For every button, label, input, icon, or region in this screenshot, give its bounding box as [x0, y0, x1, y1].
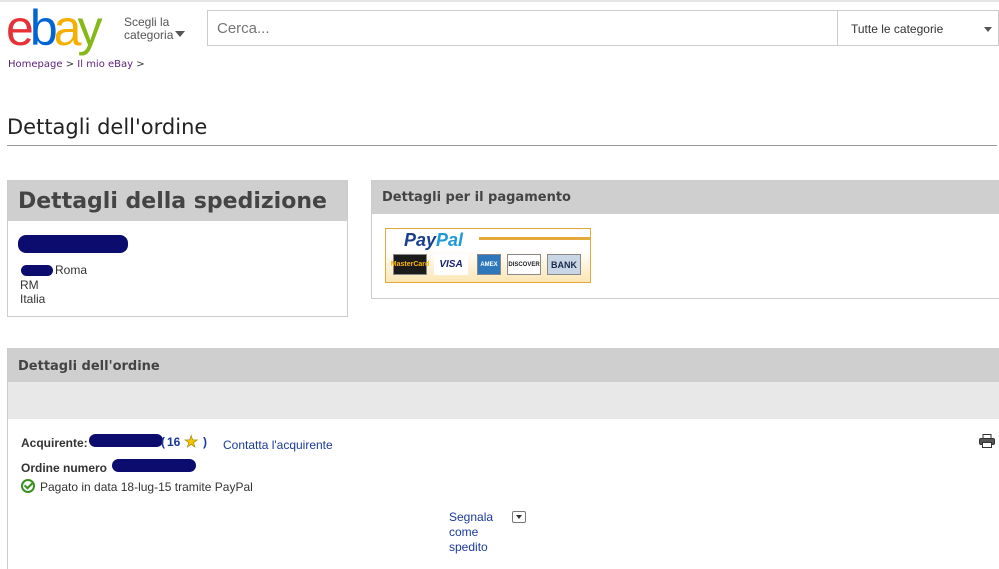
shipping-title: Dettagli della spedizione — [8, 181, 347, 221]
address-province: RM — [20, 278, 39, 292]
breadcrumb-my-ebay[interactable]: Il mio eBay — [77, 59, 133, 70]
paid-status: Pagato in data 18-lug-15 tramite PayPal — [40, 480, 253, 494]
feedback-close: ) — [203, 435, 207, 449]
mark-shipped-line1: Segnala — [449, 510, 494, 524]
category-select[interactable]: Tutte le categorie — [837, 10, 999, 46]
shipping-panel: Dettagli della spedizione Roma RM Italia — [7, 180, 348, 317]
paid-check-icon — [21, 479, 35, 493]
mark-shipped-link[interactable]: Segnala come spedito — [449, 510, 493, 555]
paypal-logo: PayPal MasterCard VISA AMEX DISCOVER BAN… — [385, 228, 591, 283]
mark-shipped-line2: come — [449, 525, 479, 539]
feedback-open: ( — [161, 435, 165, 449]
breadcrumb-homepage[interactable]: Homepage — [8, 59, 63, 70]
printer-icon[interactable] — [979, 434, 995, 448]
logo-letter-b: b — [29, 0, 58, 56]
logo-letter-a: a — [53, 0, 82, 56]
caret-down-icon — [175, 31, 185, 37]
payment-panel: Dettagli per il pagamento PayPal MasterC… — [371, 180, 999, 299]
mark-shipped-line3: spedito — [449, 540, 488, 554]
paypal-pal: Pal — [436, 230, 464, 250]
mastercard-icon: MasterCard — [391, 254, 429, 275]
redacted-buyer — [89, 434, 163, 447]
payment-title: Dettagli per il pagamento — [372, 181, 999, 214]
contact-buyer-link[interactable]: Contatta l'acquirente — [223, 438, 333, 452]
order-title: Dettagli dell'ordine — [8, 348, 999, 382]
logo-letter-e: e — [6, 0, 34, 56]
title-divider — [7, 145, 997, 146]
feedback-star-icon: ★ — [184, 434, 199, 452]
search-input[interactable] — [207, 10, 838, 46]
redacted-order-number — [112, 459, 196, 472]
actions-dropdown-button[interactable] — [512, 511, 526, 523]
category-select-value: Tutte le categorie — [851, 22, 944, 36]
bank-icon: BANK — [547, 254, 581, 275]
address-country: Italia — [20, 292, 46, 306]
breadcrumb-separator: > — [136, 59, 145, 70]
paypal-bar — [479, 237, 590, 240]
buyer-label: Acquirente: — [21, 436, 88, 450]
discover-icon: DISCOVER — [507, 254, 541, 275]
visa-icon: VISA — [434, 254, 468, 275]
order-subheader — [8, 382, 999, 419]
page-title: Dettagli dell'ordine — [7, 115, 208, 139]
address-city: Roma — [55, 263, 88, 277]
order-panel: Dettagli dell'ordine Acquirente: ( 16 ★ … — [7, 348, 999, 569]
order-number-label: Ordine numero — [21, 461, 108, 475]
top-divider — [0, 0, 999, 2]
redacted-name — [18, 235, 128, 253]
amex-icon: AMEX — [477, 254, 501, 275]
redacted-postcode — [21, 265, 53, 276]
logo-letter-y: y — [77, 0, 102, 56]
ebay-logo[interactable]: ebay — [6, 0, 102, 56]
paypal-wordmark: PayPal — [404, 230, 463, 251]
chevron-down-icon — [984, 27, 992, 32]
feedback-score[interactable]: 16 — [167, 435, 180, 449]
category-menu-line2: categoria — [124, 28, 174, 42]
breadcrumb: Homepage > Il mio eBay > — [8, 59, 145, 70]
paypal-pay: Pay — [404, 230, 437, 250]
breadcrumb-separator: > — [65, 59, 75, 70]
category-menu-button[interactable]: Scegli la categoria — [124, 16, 185, 42]
